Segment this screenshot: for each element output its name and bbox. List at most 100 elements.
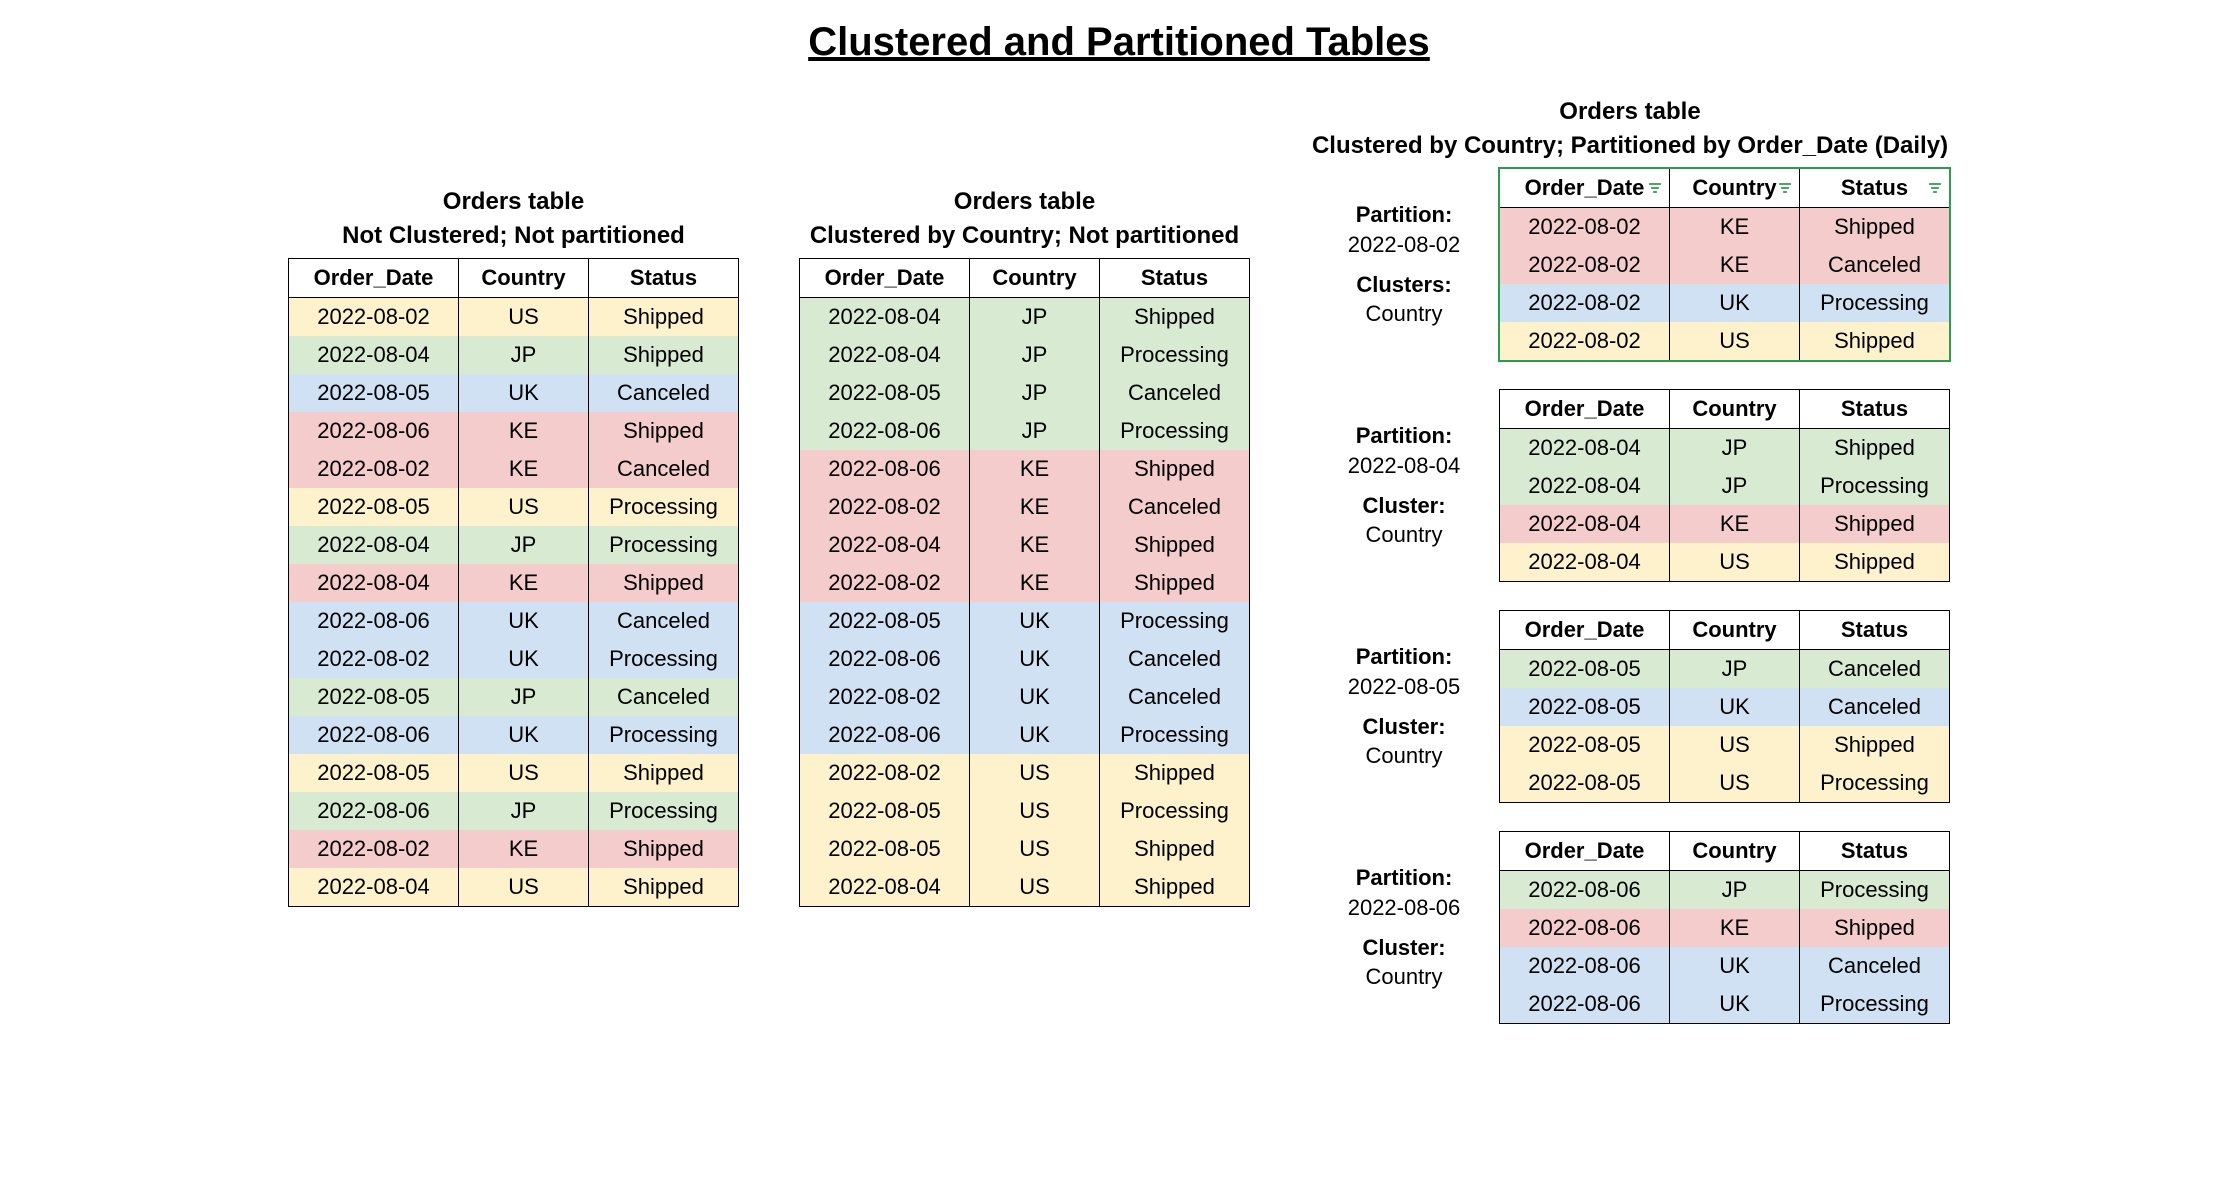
cell-country: US	[1670, 764, 1800, 803]
cell-date: 2022-08-02	[289, 640, 459, 678]
table-row: 2022-08-04JPShipped	[800, 298, 1250, 337]
table-row: 2022-08-05USShipped	[1500, 726, 1950, 764]
cell-status: Shipped	[1800, 429, 1950, 468]
cell-status: Processing	[589, 716, 739, 754]
table-row: 2022-08-04KEShipped	[1500, 505, 1950, 543]
table-row: 2022-08-05USShipped	[800, 830, 1250, 868]
cell-country: JP	[459, 526, 589, 564]
cell-country: US	[970, 868, 1100, 907]
cell-date: 2022-08-04	[1500, 543, 1670, 582]
table-row: 2022-08-04JPProcessing	[289, 526, 739, 564]
cell-status: Shipped	[1100, 754, 1250, 792]
cell-status: Shipped	[1800, 322, 1950, 361]
columns-container: Orders table Not Clustered; Not partitio…	[30, 95, 2208, 1052]
table-row: 2022-08-04JPShipped	[1500, 429, 1950, 468]
cluster-label-title: Cluster:	[1362, 493, 1445, 518]
table-row: 2022-08-05USShipped	[289, 754, 739, 792]
cell-date: 2022-08-05	[800, 830, 970, 868]
cell-status: Canceled	[1800, 246, 1950, 284]
partition-label-value: 2022-08-02	[1348, 230, 1461, 260]
table-row: 2022-08-06JPProcessing	[289, 792, 739, 830]
cell-status: Processing	[1100, 792, 1250, 830]
cell-status: Shipped	[589, 830, 739, 868]
cell-country: JP	[970, 336, 1100, 374]
cell-status: Canceled	[1800, 688, 1950, 726]
partition-label-title: Partition:	[1356, 865, 1453, 890]
cell-date: 2022-08-05	[1500, 764, 1670, 803]
cell-country: KE	[970, 488, 1100, 526]
column-header: Country	[1670, 390, 1800, 429]
table-header-row: Order_DateCountryStatus	[1500, 611, 1950, 650]
cell-status: Shipped	[1800, 543, 1950, 582]
cell-country: UK	[970, 640, 1100, 678]
cell-date: 2022-08-04	[800, 298, 970, 337]
column-header: Status	[1800, 169, 1950, 208]
cell-country: JP	[1670, 429, 1800, 468]
table-row: 2022-08-02UKProcessing	[1500, 284, 1950, 322]
column-header: Order_Date	[800, 259, 970, 298]
table-row: 2022-08-05JPCanceled	[1500, 650, 1950, 689]
cell-country: UK	[970, 602, 1100, 640]
cell-country: US	[459, 868, 589, 907]
table-header-row: Order_DateCountryStatus	[1500, 832, 1950, 871]
cell-country: UK	[1670, 688, 1800, 726]
cell-country: KE	[459, 450, 589, 488]
cell-status: Processing	[589, 640, 739, 678]
table-row: 2022-08-02USShipped	[1500, 322, 1950, 361]
table-row: 2022-08-05UKCanceled	[1500, 688, 1950, 726]
partition-table: Order_DateCountryStatus2022-08-04JPShipp…	[1499, 389, 1950, 582]
cell-country: JP	[970, 374, 1100, 412]
partition-table: Order_DateCountryStatus2022-08-05JPCance…	[1499, 610, 1950, 803]
cell-status: Shipped	[1800, 505, 1950, 543]
cluster-label-value: Country	[1365, 520, 1442, 550]
partition-label: Partition:2022-08-02Clusters:Country	[1319, 168, 1499, 361]
right-table-name: Orders table	[1559, 98, 1700, 125]
cell-date: 2022-08-05	[289, 374, 459, 412]
cell-country: JP	[459, 792, 589, 830]
cell-country: JP	[1670, 650, 1800, 689]
column-header: Country	[1670, 832, 1800, 871]
table-row: 2022-08-04JPShipped	[289, 336, 739, 374]
left-table-name: Orders table	[443, 188, 584, 215]
cell-date: 2022-08-06	[1500, 871, 1670, 910]
table-row: 2022-08-06JPProcessing	[800, 412, 1250, 450]
cell-country: US	[970, 830, 1100, 868]
column-header: Order_Date	[1500, 169, 1670, 208]
cell-date: 2022-08-04	[289, 526, 459, 564]
cell-status: Canceled	[1100, 374, 1250, 412]
cell-status: Shipped	[589, 336, 739, 374]
cell-status: Processing	[1800, 284, 1950, 322]
cell-country: UK	[1670, 985, 1800, 1024]
column-header: Country	[970, 259, 1100, 298]
cell-date: 2022-08-04	[289, 868, 459, 907]
cell-status: Shipped	[1100, 526, 1250, 564]
cell-country: JP	[970, 298, 1100, 337]
page-title: Clustered and Partitioned Tables	[30, 20, 2208, 65]
column-header: Status	[589, 259, 739, 298]
cluster-label-title: Clusters:	[1356, 272, 1451, 297]
table-row: 2022-08-04KEShipped	[289, 564, 739, 602]
cell-status: Canceled	[1100, 488, 1250, 526]
cell-country: UK	[970, 678, 1100, 716]
filter-icon	[1647, 180, 1663, 196]
cell-status: Shipped	[589, 412, 739, 450]
cell-date: 2022-08-06	[289, 792, 459, 830]
cell-date: 2022-08-06	[289, 602, 459, 640]
column-header: Country	[1670, 611, 1800, 650]
table-row: 2022-08-04USShipped	[1500, 543, 1950, 582]
cell-country: US	[1670, 322, 1800, 361]
cell-status: Canceled	[1800, 650, 1950, 689]
partition-label-value: 2022-08-04	[1348, 451, 1461, 481]
cell-country: KE	[970, 526, 1100, 564]
cell-country: UK	[1670, 284, 1800, 322]
cell-date: 2022-08-06	[1500, 947, 1670, 985]
right-table-sub: Clustered by Country; Partitioned by Ord…	[1312, 132, 1948, 159]
cell-date: 2022-08-02	[289, 830, 459, 868]
table-row: 2022-08-04KEShipped	[800, 526, 1250, 564]
cell-status: Processing	[1100, 602, 1250, 640]
table-row: 2022-08-05UKCanceled	[289, 374, 739, 412]
filter-icon	[1927, 180, 1943, 196]
table-row: 2022-08-06JPProcessing	[1500, 871, 1950, 910]
cell-date: 2022-08-06	[1500, 985, 1670, 1024]
right-caption: Orders table Clustered by Country; Parti…	[1310, 95, 1950, 162]
